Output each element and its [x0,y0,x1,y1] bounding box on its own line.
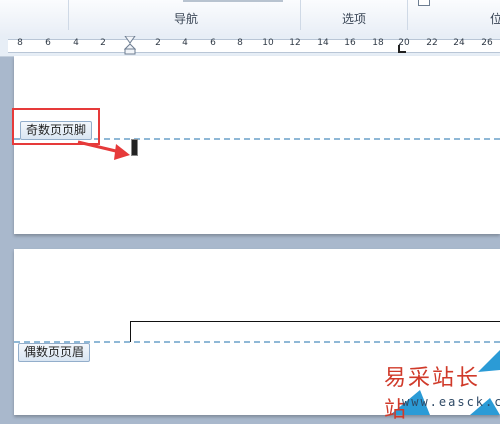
ribbon-separator [68,0,69,30]
ruler-tick-label: 12 [289,38,301,48]
watermark-chinese-text: 易采站长站 [384,366,481,423]
ruler-tick-label: 18 [372,38,384,48]
ruler-tick-label: 6 [45,38,51,48]
ribbon-separator [407,0,408,30]
indent-marker[interactable] [124,36,136,55]
ruler-tick-label: 26 [481,38,493,48]
ruler-tick-label: 4 [73,38,79,48]
ruler-tick-label: 14 [317,38,329,48]
ribbon-separator [300,0,301,30]
ruler-tick-label: 24 [453,38,465,48]
text-cursor [131,139,138,156]
tab-stop-marker[interactable] [398,45,406,53]
ruler-tick-label: 8 [17,38,23,48]
ruler-tick-label: 2 [155,38,161,48]
horizontal-ruler[interactable]: 8 6 4 2 2 4 6 8 10 12 14 16 18 20 22 24 … [0,36,500,57]
ribbon-group-position-label: 位 [490,12,500,26]
ribbon: 导航 选项 位 [0,0,500,37]
ribbon-group-options-label: 选项 [342,12,367,26]
even-page-header-tag[interactable]: 偶数页页眉 [18,343,91,362]
header-border-line [130,321,500,342]
ruler-tick-label: 6 [210,38,216,48]
red-arrow-annotation [77,140,130,160]
ruler-tick-label: 10 [262,38,274,48]
ruler-tick-label: 16 [344,38,356,48]
position-icon[interactable] [418,0,430,6]
ruler-tick-label: 2 [100,38,106,48]
ruler-tick-label: 8 [237,38,243,48]
ruler-tick-label: 22 [426,38,438,48]
ribbon-controls-row [183,0,283,2]
watermark-url-text: www.easck.com [402,395,500,409]
ruler-tick-label: 4 [182,38,188,48]
ribbon-group-navigation-label: 导航 [174,12,199,26]
